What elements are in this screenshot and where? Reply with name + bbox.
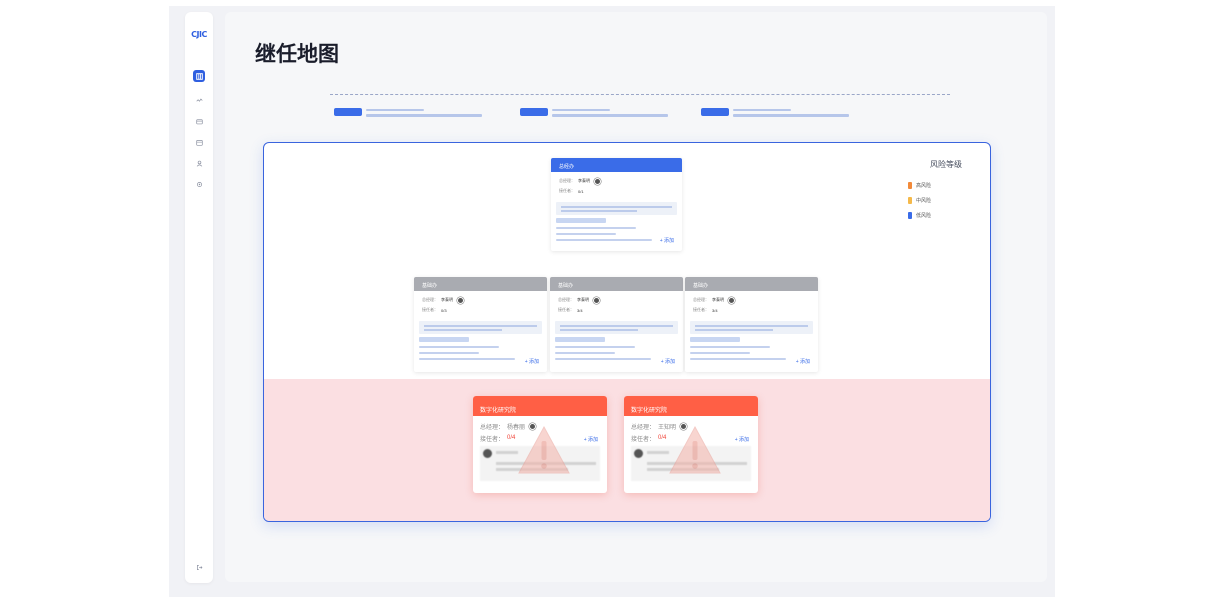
main-content: 继任地图 风险等级 高风险 中风险 低风险 总经办 总经理： 李泰明 接任者： … — [225, 12, 1047, 582]
stat-pill — [334, 108, 362, 116]
legend-swatch — [908, 182, 912, 189]
risk-card[interactable]: 数字化研究院 总经理： 王知明 接任者： 0/4 + 添加 — [624, 396, 758, 493]
legend-swatch — [908, 197, 912, 204]
stat-pill — [520, 108, 548, 116]
sidebar-item-map[interactable] — [193, 70, 205, 82]
avatar — [634, 449, 643, 458]
settings-icon — [196, 181, 202, 187]
card-candidate-box — [556, 202, 677, 215]
trend-icon — [195, 98, 203, 102]
org-card[interactable]: 基础办 总经理： 李泰明 接任者： 3/4 + 添加 — [550, 277, 683, 372]
app-window: CJIC 继任地图 风险等级 高风险 中风险 低风险 总经办 总经理： 李泰明 … — [169, 6, 1055, 597]
legend-item-high: 高风险 — [908, 178, 962, 193]
risk-legend: 风险等级 高风险 中风险 低风险 — [902, 159, 962, 223]
card-manager: 总经理： 李泰明 — [685, 295, 818, 305]
app-logo: CJIC — [191, 30, 207, 39]
sidebar-item-folder[interactable] — [193, 115, 205, 127]
sidebar-item-settings[interactable] — [193, 178, 205, 190]
legend-label: 中风险 — [916, 198, 932, 204]
user-icon — [196, 160, 202, 167]
sidebar-item-user[interactable] — [193, 157, 205, 169]
card-manager: 总经理： 李泰明 — [414, 295, 547, 305]
card-successor: 接任者： 3/4 — [558, 307, 583, 313]
card-title: 基础办 — [550, 277, 683, 291]
calendar-icon — [195, 139, 203, 146]
card-title: 基础办 — [414, 277, 547, 291]
warning-icon — [669, 425, 721, 474]
add-button[interactable]: + 添加 — [660, 237, 674, 244]
card-manager: 总经理： 李泰明 — [551, 176, 682, 186]
sidebar: CJIC — [185, 12, 213, 583]
folder-icon — [195, 118, 203, 124]
card-successor: 接任者： 0/1 — [559, 188, 584, 194]
sidebar-item-calendar[interactable] — [193, 136, 205, 148]
stat-item[interactable] — [701, 108, 851, 122]
stat-item[interactable] — [334, 108, 484, 122]
card-manager: 总经理： 李泰明 — [550, 295, 683, 305]
add-button[interactable]: + 添加 — [735, 436, 749, 443]
add-button[interactable]: + 添加 — [525, 358, 539, 365]
stat-pill — [701, 108, 729, 116]
dashed-divider — [330, 94, 950, 95]
add-button[interactable]: + 添加 — [661, 358, 675, 365]
card-candidate-box — [419, 321, 542, 334]
legend-item-low: 低风险 — [908, 208, 962, 223]
warning-icon — [518, 425, 570, 474]
card-successor: 接任者： 0/3 — [422, 307, 447, 313]
add-button[interactable]: + 添加 — [584, 436, 598, 443]
logout-icon — [196, 564, 202, 570]
risk-card[interactable]: 数字化研究院 总经理： 杨春丽 接任者： 0/4 + 添加 — [473, 396, 607, 493]
org-card-top[interactable]: 总经办 总经理： 李泰明 接任者： 0/1 + 添加 — [551, 158, 682, 251]
avatar — [483, 449, 492, 458]
succession-map: 风险等级 高风险 中风险 低风险 总经办 总经理： 李泰明 接任者： 0/1 +… — [263, 142, 991, 522]
sidebar-item-trend[interactable] — [193, 94, 205, 106]
card-title: 数字化研究院 — [473, 396, 607, 416]
card-title: 基础办 — [685, 277, 818, 291]
logout-button[interactable] — [193, 561, 205, 573]
legend-item-medium: 中风险 — [908, 193, 962, 208]
add-button[interactable]: + 添加 — [796, 358, 810, 365]
map-icon — [195, 72, 203, 80]
legend-swatch — [908, 212, 912, 219]
card-successor: 接任者： 3/4 — [693, 307, 718, 313]
legend-label: 高风险 — [916, 183, 932, 189]
page-title: 继任地图 — [255, 42, 339, 66]
org-card[interactable]: 基础办 总经理： 李泰明 接任者： 0/3 + 添加 — [414, 277, 547, 372]
avatar — [594, 177, 601, 185]
avatar — [457, 296, 464, 304]
avatar — [728, 296, 735, 304]
legend-label: 低风险 — [916, 213, 932, 219]
card-title: 数字化研究院 — [624, 396, 758, 416]
org-card[interactable]: 基础办 总经理： 李泰明 接任者： 3/4 + 添加 — [685, 277, 818, 372]
card-title: 总经办 — [551, 158, 682, 172]
avatar — [593, 296, 600, 304]
legend-title: 风险等级 — [930, 160, 962, 169]
card-candidate-box — [690, 321, 813, 334]
card-candidate-box — [555, 321, 678, 334]
stat-item[interactable] — [520, 108, 670, 122]
